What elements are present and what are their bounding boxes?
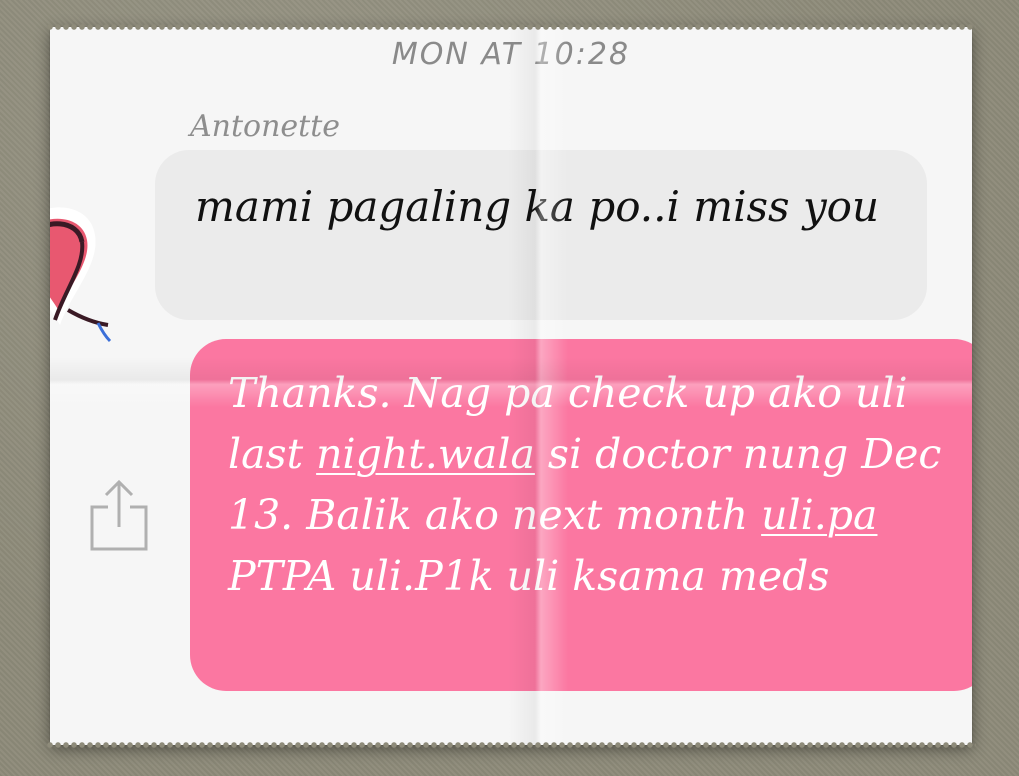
outgoing-message-text-3: PTPA uli.P1k uli ksama meds bbox=[228, 552, 830, 600]
message-link-2[interactable]: uli.pa bbox=[761, 491, 877, 539]
share-icon bbox=[90, 479, 148, 551]
heart-avatar-icon bbox=[50, 207, 112, 343]
sender-avatar[interactable] bbox=[50, 205, 160, 355]
share-button[interactable] bbox=[88, 477, 150, 553]
photo-edge-bottom bbox=[46, 741, 976, 749]
sender-name: Antonette bbox=[190, 109, 341, 144]
photo-edge-top bbox=[46, 23, 976, 31]
message-timestamp: MON AT 10:28 bbox=[391, 37, 631, 72]
message-screen: MON AT 10:28 Antonette mami pagaling ka … bbox=[50, 27, 972, 745]
incoming-message-text: mami pagaling ka po..i miss you bbox=[195, 182, 880, 231]
outgoing-message-bubble[interactable]: Thanks. Nag pa check up ako uli last nig… bbox=[190, 339, 972, 691]
incoming-message-bubble[interactable]: mami pagaling ka po..i miss you bbox=[155, 150, 927, 320]
message-link-1[interactable]: night.wala bbox=[316, 430, 535, 478]
